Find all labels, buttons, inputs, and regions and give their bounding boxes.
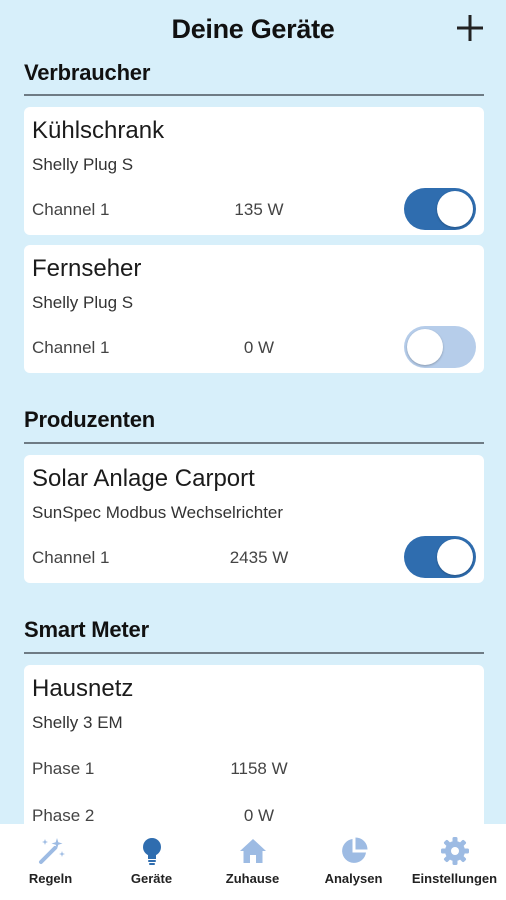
channel-power: 135 W: [234, 200, 284, 219]
bottom-navigation: Regeln Geräte Zuhause Analysen Einstellu…: [0, 824, 506, 900]
channel-toggle[interactable]: [404, 188, 476, 230]
channel-toggle[interactable]: [404, 536, 476, 578]
channel-label: Channel 1: [32, 548, 110, 567]
device-type: Shelly 3 EM: [32, 713, 123, 732]
nav-label: Einstellungen: [411, 871, 498, 886]
channel-toggle[interactable]: [404, 326, 476, 368]
home-icon: [238, 836, 268, 866]
lightbulb-icon: [137, 836, 167, 866]
toggle-knob: [437, 539, 473, 575]
phase-label: Phase 2: [32, 806, 95, 825]
nav-item-einstellungen[interactable]: Einstellungen: [404, 824, 505, 900]
nav-label: Zuhause: [225, 871, 280, 886]
nav-item-analysen[interactable]: Analysen: [303, 824, 404, 900]
nav-label: Geräte: [130, 871, 173, 886]
nav-item-geraete[interactable]: Geräte: [101, 824, 202, 900]
device-type: Shelly Plug S: [32, 293, 134, 312]
pie-chart-icon: [339, 836, 369, 866]
magic-wand-icon: [36, 836, 66, 866]
channel-power: 2435 W: [229, 548, 289, 567]
device-card-kuehlschrank[interactable]: Kühlschrank Shelly Plug S Channel 1 135 …: [24, 107, 484, 235]
page-title: Deine Geräte: [171, 14, 335, 44]
nav-item-zuhause[interactable]: Zuhause: [202, 824, 303, 900]
channel-label: Channel 1: [32, 338, 110, 357]
phase-label: Phase 1: [32, 759, 95, 778]
section-divider: [24, 442, 484, 444]
device-type: SunSpec Modbus Wechselrichter: [32, 503, 284, 522]
app-header: Deine Geräte: [0, 0, 506, 60]
phase-power: 1158 W: [230, 759, 288, 778]
channel-label: Channel 1: [32, 200, 110, 219]
section-divider: [24, 652, 484, 654]
device-name: Hausnetz: [32, 675, 134, 702]
device-type: Shelly Plug S: [32, 155, 134, 174]
nav-label: Analysen: [324, 871, 383, 886]
plus-icon: [457, 15, 483, 41]
device-name: Fernseher: [32, 255, 142, 282]
section-title-smart-meter: Smart Meter: [24, 617, 149, 642]
toggle-knob: [407, 329, 443, 365]
device-name: Kühlschrank: [32, 117, 165, 144]
phase-power: 0 W: [243, 806, 275, 825]
device-card-fernseher[interactable]: Fernseher Shelly Plug S Channel 1 0 W: [24, 245, 484, 373]
device-card-hausnetz[interactable]: Hausnetz Shelly 3 EM Phase 1 1158 W Phas…: [24, 665, 484, 840]
device-card-solar-anlage[interactable]: Solar Anlage Carport SunSpec Modbus Wech…: [24, 455, 484, 583]
gear-icon: [440, 836, 470, 866]
section-divider: [24, 94, 484, 96]
channel-power: 0 W: [243, 338, 275, 357]
section-title-verbraucher: Verbraucher: [24, 60, 151, 85]
device-name: Solar Anlage Carport: [32, 465, 255, 492]
toggle-knob: [437, 191, 473, 227]
nav-label: Regeln: [28, 871, 73, 886]
section-title-produzenten: Produzenten: [24, 407, 156, 432]
add-device-button[interactable]: [454, 12, 486, 44]
nav-item-regeln[interactable]: Regeln: [0, 824, 101, 900]
